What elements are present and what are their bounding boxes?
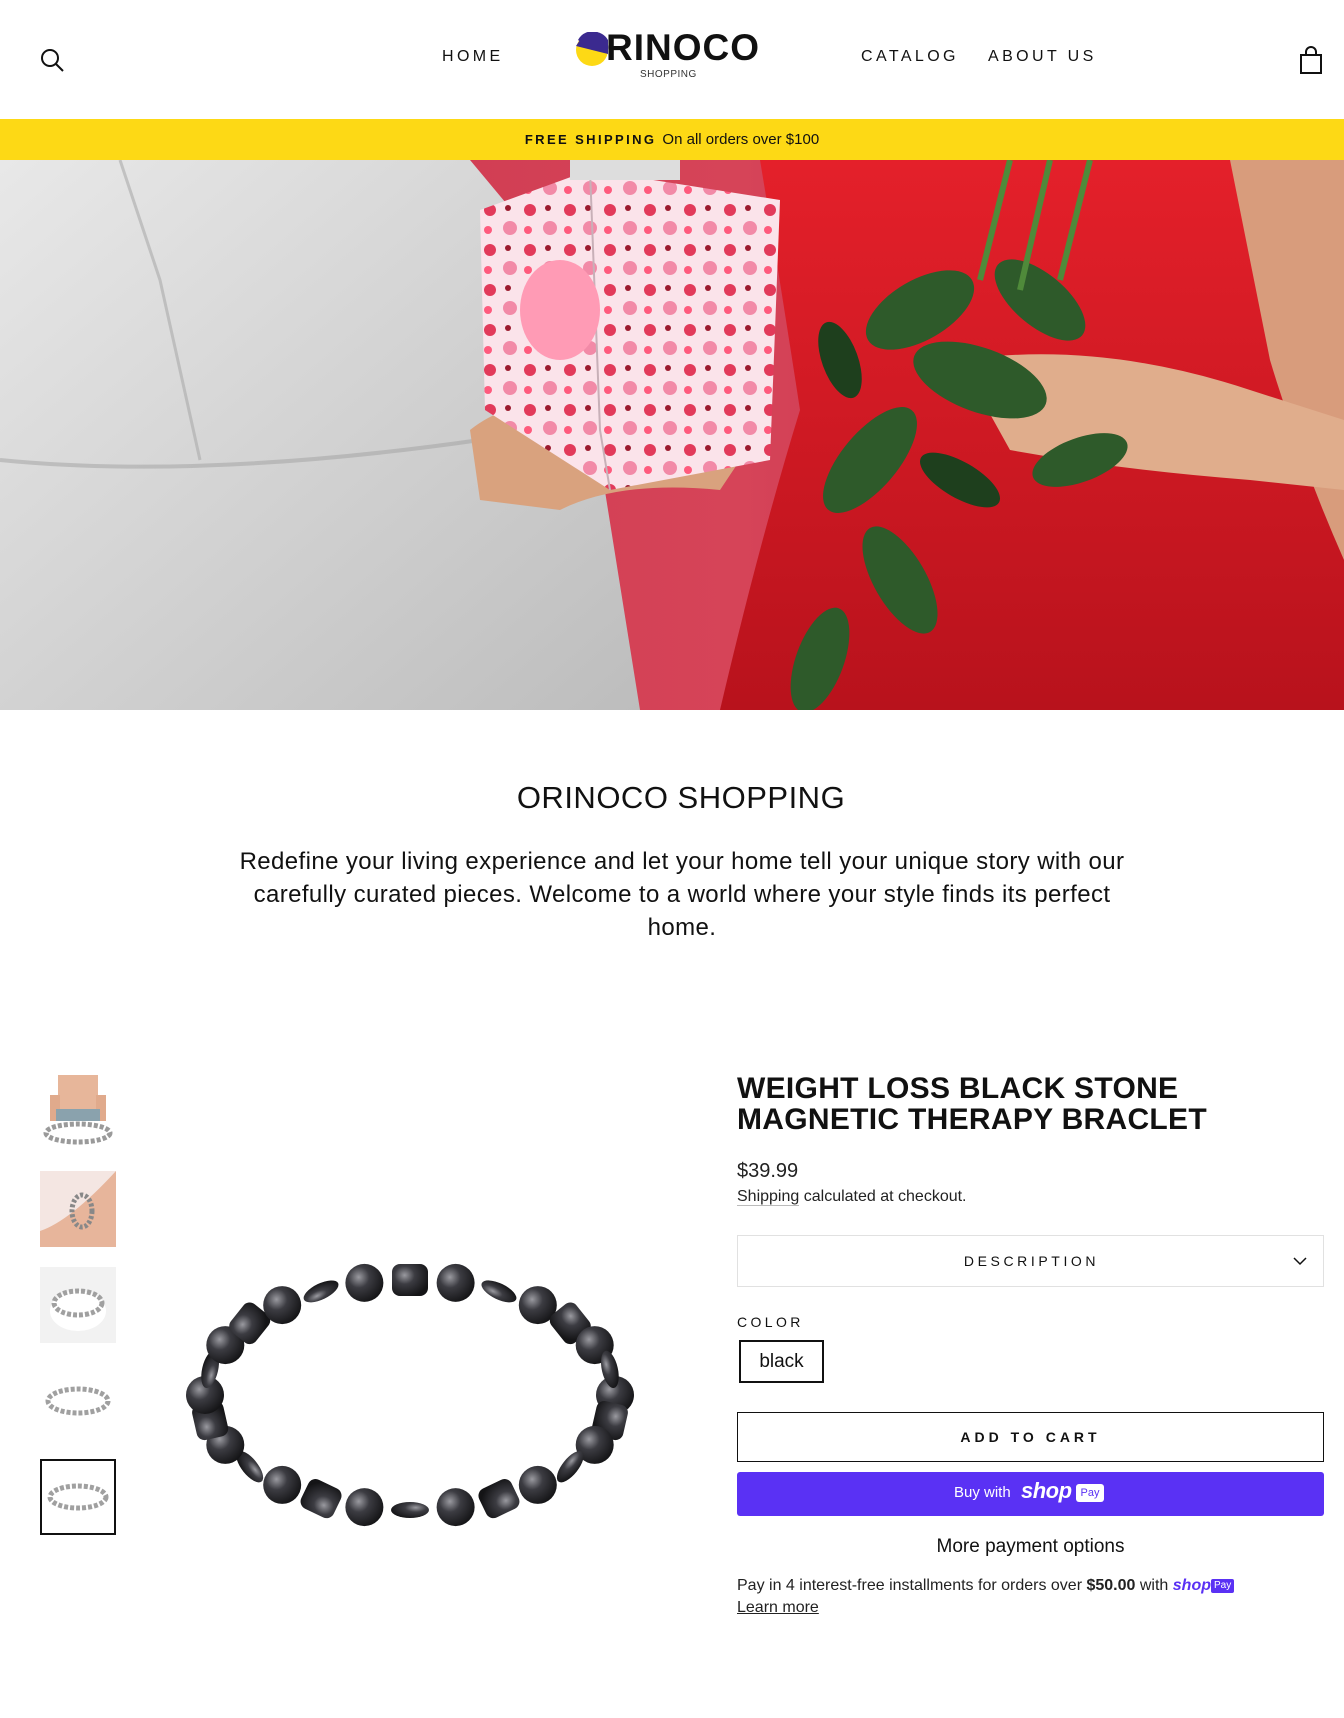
announcement-strong: FREE SHIPPING — [524, 132, 657, 147]
shop-pay-buy-with: Buy with — [954, 1484, 1011, 1501]
bracelet-bead — [436, 1488, 475, 1527]
shipping-note: Shipping calculated at checkout. — [737, 1188, 967, 1206]
bracelet-bead — [556, 1451, 584, 1483]
search-icon[interactable] — [38, 46, 66, 74]
product-title: Weight Loss Black Stone Magnetic Therapy… — [737, 1072, 1207, 1136]
logo-wordmark: RINOCO — [606, 27, 760, 68]
bracelet-bead — [345, 1488, 384, 1527]
bracelet-bead — [478, 1479, 520, 1519]
thumbnail-3[interactable] — [40, 1267, 116, 1343]
add-to-cart-button[interactable]: ADD TO CART — [737, 1412, 1324, 1462]
shop-pay-logo: shop — [1021, 1478, 1072, 1503]
installments-amount: $50.00 — [1086, 1577, 1136, 1594]
bracelet-bead — [263, 1286, 302, 1325]
installments-text: Pay in 4 interest-free installments for … — [737, 1577, 1083, 1594]
cart-icon[interactable] — [1296, 46, 1326, 76]
hero-image — [0, 160, 1344, 710]
thumbnail-1[interactable] — [40, 1075, 116, 1151]
description-accordion[interactable]: DESCRIPTION — [737, 1235, 1324, 1287]
product-price: $39.99 — [737, 1160, 799, 1182]
shop-pay-badge: Pay — [1076, 1484, 1104, 1502]
chevron-down-icon — [1293, 1257, 1307, 1266]
thumbnail-2[interactable] — [40, 1171, 116, 1247]
installments-note: Pay in 4 interest-free installments for … — [737, 1575, 1337, 1619]
shop-pay-mini-logo: shop — [1172, 1577, 1211, 1594]
announcement-bar: FREE SHIPPING On all orders over $100 — [0, 119, 1344, 160]
more-payment-options-link[interactable]: More payment options — [737, 1536, 1324, 1558]
bracelet-bead — [436, 1263, 475, 1302]
announcement-text: On all orders over $100 — [662, 131, 820, 148]
intro-text: Redefine your living experience and let … — [239, 848, 1125, 941]
description-label: DESCRIPTION — [963, 1253, 1100, 1269]
shipping-link[interactable]: Shipping — [737, 1188, 800, 1206]
thumbnail-4[interactable] — [40, 1363, 116, 1439]
intro-title: ORINOCO SHOPPING — [516, 780, 846, 815]
shipping-rest: calculated at checkout. — [803, 1188, 967, 1205]
shop-pay-button[interactable]: Buy with shop Pay — [737, 1472, 1324, 1516]
color-label: COLOR — [737, 1314, 804, 1330]
thumbnail-5[interactable] — [40, 1459, 116, 1535]
logo-mark-icon — [576, 32, 609, 66]
bracelet-bead — [391, 1502, 429, 1518]
installments-with: with — [1139, 1577, 1169, 1594]
bracelet-bead — [300, 1479, 342, 1519]
bracelet-bead — [518, 1465, 557, 1504]
bracelet-bead — [481, 1280, 517, 1303]
nav-home[interactable]: HOME — [442, 48, 504, 66]
bracelet-bead — [345, 1263, 384, 1302]
bracelet-bead — [263, 1465, 302, 1504]
bracelet-bead — [392, 1264, 428, 1296]
logo[interactable]: RINOCO SHOPPING — [574, 28, 774, 88]
nav-about-us[interactable]: ABOUT US — [988, 48, 1097, 66]
site-header: HOME RINOCO SHOPPING CATALOG ABOUT US — [0, 0, 1344, 119]
logo-subtitle: SHOPPING — [640, 69, 697, 80]
nav-catalog[interactable]: CATALOG — [861, 48, 959, 66]
bracelet-bead — [303, 1280, 339, 1303]
shop-pay-mini-badge: Pay — [1211, 1579, 1235, 1593]
product-main-image — [160, 1075, 660, 1575]
learn-more-link[interactable]: Learn more — [737, 1599, 819, 1616]
color-option-black[interactable]: black — [739, 1340, 824, 1383]
